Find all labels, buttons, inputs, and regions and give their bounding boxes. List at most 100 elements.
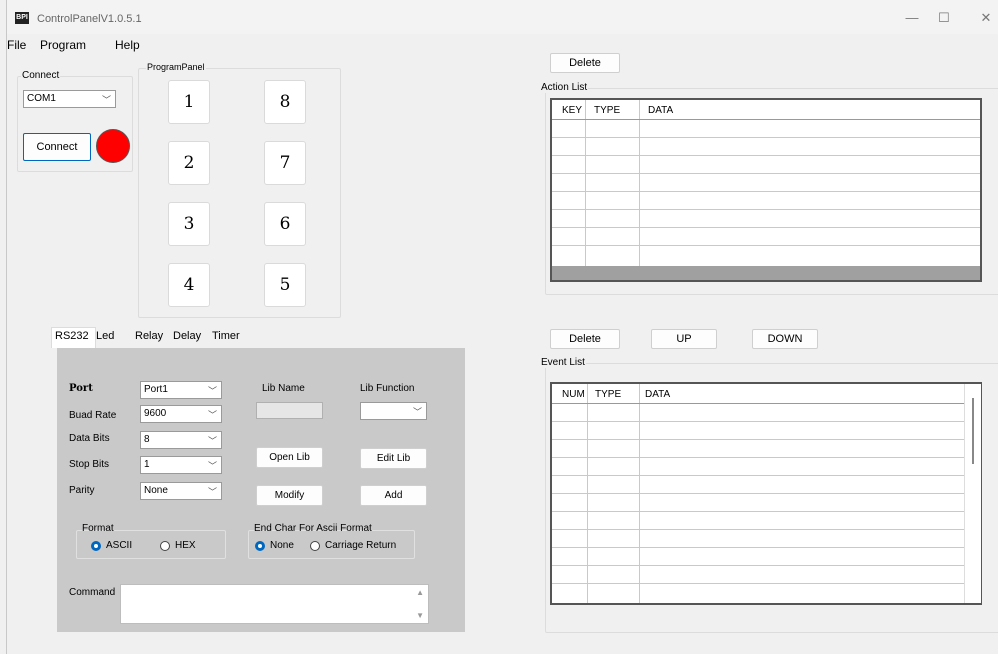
scroll-down-icon[interactable]: ▼ [416, 611, 424, 620]
lib-name-input[interactable] [256, 402, 323, 419]
event-col-type: TYPE [595, 389, 622, 400]
parity-select[interactable]: None ﹀ [140, 482, 222, 500]
window-title: ControlPanelV1.0.5.1 [37, 13, 142, 25]
grid-divider [552, 493, 964, 494]
title-bar: BPI ControlPanelV1.0.5.1 — ☐ ✕ [7, 0, 998, 34]
program-key-3[interactable]: 3 [168, 202, 210, 246]
stop-bits-select[interactable]: 1 ﹀ [140, 456, 222, 474]
tab-relay[interactable]: Relay [135, 330, 163, 342]
com-port-select[interactable]: COM1 ﹀ [23, 90, 116, 108]
tab-rs232[interactable]: RS232 [55, 330, 89, 342]
scrollbar-thumb[interactable] [972, 398, 974, 464]
app-window: BPI ControlPanelV1.0.5.1 — ☐ ✕ File Prog… [6, 0, 998, 654]
event-up-button[interactable]: UP [651, 329, 717, 349]
parity-label: Parity [69, 485, 95, 496]
chevron-down-icon: ﹀ [101, 95, 111, 105]
event-down-button[interactable]: DOWN [752, 329, 818, 349]
chevron-down-icon: ﹀ [207, 461, 217, 471]
scroll-up-icon[interactable]: ▲ [416, 588, 424, 597]
command-input[interactable]: ▲ ▼ [120, 584, 429, 624]
program-panel-label: ProgramPanel [146, 62, 206, 72]
maximize-button[interactable]: ☐ [931, 8, 957, 28]
grid-divider [552, 119, 980, 120]
lib-function-label: Lib Function [360, 383, 415, 394]
chevron-down-icon: ﹀ [207, 436, 217, 446]
format-hex-radio[interactable] [160, 541, 170, 551]
tab-timer[interactable]: Timer [212, 330, 240, 342]
event-delete-button[interactable]: Delete [550, 329, 620, 349]
close-button[interactable]: ✕ [973, 8, 998, 28]
event-list-label: Event List [540, 357, 586, 368]
grid-divider [552, 547, 964, 548]
open-lib-button[interactable]: Open Lib [256, 447, 323, 468]
modify-button[interactable]: Modify [256, 485, 323, 506]
lib-function-select[interactable]: ﹀ [360, 402, 427, 420]
chevron-down-icon: ﹀ [207, 386, 217, 396]
tab-led[interactable]: Led [96, 330, 114, 342]
data-bits-label: Data Bits [69, 433, 110, 444]
baud-rate-label: Buad Rate [69, 410, 117, 421]
action-col-key: KEY [562, 105, 583, 116]
connect-button[interactable]: Connect [23, 133, 91, 161]
command-label: Command [69, 587, 116, 598]
port-value: Port1 [144, 384, 168, 395]
action-col-type: TYPE [594, 105, 621, 116]
end-cr-radio[interactable] [310, 541, 320, 551]
format-hex-label: HEX [175, 540, 196, 551]
grid-footer-bar [552, 266, 980, 280]
grid-divider [552, 511, 964, 512]
port-label: Port [69, 383, 93, 394]
action-delete-button[interactable]: Delete [550, 53, 620, 73]
grid-divider [552, 245, 980, 246]
event-list-scrollbar[interactable] [964, 384, 981, 603]
program-key-7[interactable]: 7 [264, 141, 306, 185]
connect-group-label: Connect [21, 70, 61, 81]
event-list-grid[interactable]: NUM TYPE DATA [550, 382, 982, 605]
grid-divider [552, 565, 964, 566]
port-select[interactable]: Port1 ﹀ [140, 381, 222, 399]
menu-file[interactable]: File [7, 38, 26, 52]
grid-divider [552, 439, 964, 440]
add-button[interactable]: Add [360, 485, 427, 506]
format-label: Format [82, 523, 114, 534]
app-logo-icon: BPI [15, 12, 29, 24]
program-key-5[interactable]: 5 [264, 263, 306, 307]
format-ascii-radio[interactable] [91, 541, 101, 551]
grid-divider [639, 100, 640, 266]
grid-divider [552, 191, 980, 192]
program-key-6[interactable]: 6 [264, 202, 306, 246]
edit-lib-button[interactable]: Edit Lib [360, 448, 427, 469]
grid-divider [552, 155, 980, 156]
lib-name-label: Lib Name [262, 383, 305, 394]
baud-rate-value: 9600 [144, 408, 167, 419]
chevron-down-icon: ﹀ [207, 487, 217, 497]
grid-divider [552, 457, 964, 458]
connection-status-indicator [96, 129, 130, 163]
end-none-label: None [270, 540, 294, 551]
action-list-label: Action List [540, 82, 589, 93]
event-col-data: DATA [645, 389, 671, 400]
minimize-button[interactable]: — [899, 8, 925, 28]
event-col-num: NUM [562, 389, 585, 400]
menu-program[interactable]: Program [40, 38, 86, 52]
chevron-down-icon: ﹀ [412, 407, 422, 417]
format-ascii-label: ASCII [106, 540, 133, 551]
grid-divider [585, 100, 586, 266]
com-port-value: COM1 [27, 93, 56, 104]
menu-help[interactable]: Help [115, 38, 140, 52]
program-key-8[interactable]: 8 [264, 80, 306, 124]
grid-divider [552, 529, 964, 530]
grid-divider [552, 209, 980, 210]
action-list-grid[interactable]: KEY TYPE DATA [550, 98, 982, 282]
program-key-1[interactable]: 1 [168, 80, 210, 124]
action-col-data: DATA [648, 105, 674, 116]
tab-delay[interactable]: Delay [173, 330, 201, 342]
grid-divider [552, 137, 980, 138]
grid-divider [552, 475, 964, 476]
end-none-radio[interactable] [255, 541, 265, 551]
data-bits-select[interactable]: 8 ﹀ [140, 431, 222, 449]
program-key-4[interactable]: 4 [168, 263, 210, 307]
program-key-2[interactable]: 2 [168, 141, 210, 185]
baud-rate-select[interactable]: 9600 ﹀ [140, 405, 222, 423]
menu-bar: File Program Help [7, 34, 998, 56]
